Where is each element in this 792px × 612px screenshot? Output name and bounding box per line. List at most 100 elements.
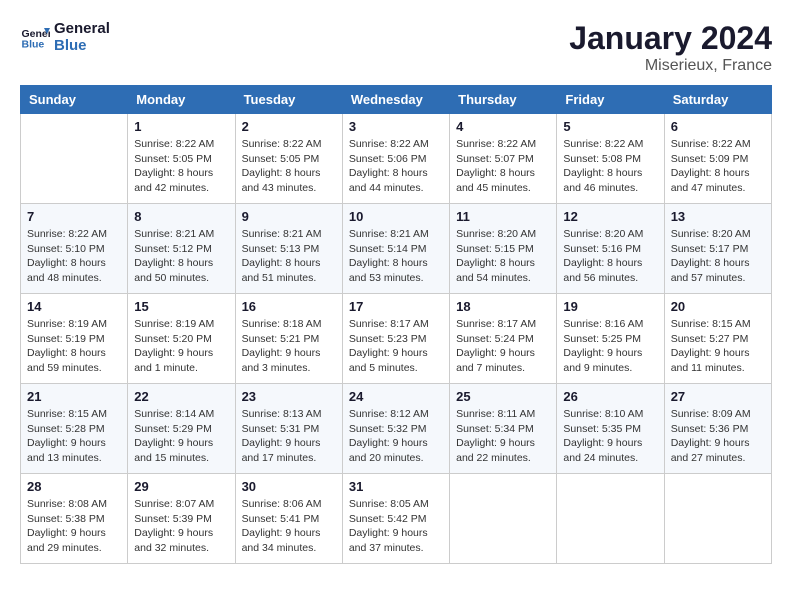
calendar-cell: 8 Sunrise: 8:21 AMSunset: 5:12 PMDaylight… <box>128 204 235 294</box>
day-info: Sunrise: 8:09 AMSunset: 5:36 PMDaylight:… <box>671 407 765 466</box>
calendar-cell: 27 Sunrise: 8:09 AMSunset: 5:36 PMDayligh… <box>664 384 771 474</box>
weekday-header-friday: Friday <box>557 86 664 114</box>
logo: General Blue General Blue <box>20 20 110 54</box>
calendar-cell: 5 Sunrise: 8:22 AMSunset: 5:08 PMDaylight… <box>557 114 664 204</box>
calendar-cell: 26 Sunrise: 8:10 AMSunset: 5:35 PMDayligh… <box>557 384 664 474</box>
day-info: Sunrise: 8:21 AMSunset: 5:14 PMDaylight:… <box>349 227 443 286</box>
day-info: Sunrise: 8:08 AMSunset: 5:38 PMDaylight:… <box>27 497 121 556</box>
day-number: 4 <box>456 119 550 134</box>
day-info: Sunrise: 8:21 AMSunset: 5:12 PMDaylight:… <box>134 227 228 286</box>
calendar-cell: 20Sunrise: 8:15 AMSunset: 5:27 PMDayligh… <box>664 294 771 384</box>
calendar-cell <box>557 474 664 564</box>
calendar-cell: 14 Sunrise: 8:19 AMSunset: 5:19 PMDayligh… <box>21 294 128 384</box>
calendar-cell: 4 Sunrise: 8:22 AMSunset: 5:07 PMDaylight… <box>450 114 557 204</box>
day-number: 14 <box>27 299 121 314</box>
day-info: Sunrise: 8:18 AMSunset: 5:21 PMDaylight:… <box>242 317 336 376</box>
calendar-cell <box>450 474 557 564</box>
day-info: Sunrise: 8:22 AMSunset: 5:10 PMDaylight:… <box>27 227 121 286</box>
day-info: Sunrise: 8:22 AMSunset: 5:07 PMDaylight:… <box>456 137 550 196</box>
day-info: Sunrise: 8:22 AMSunset: 5:08 PMDaylight:… <box>563 137 657 196</box>
day-info: Sunrise: 8:11 AMSunset: 5:34 PMDaylight:… <box>456 407 550 466</box>
day-number: 31 <box>349 479 443 494</box>
weekday-header-wednesday: Wednesday <box>342 86 449 114</box>
day-number: 10 <box>349 209 443 224</box>
calendar-cell: 6 Sunrise: 8:22 AMSunset: 5:09 PMDaylight… <box>664 114 771 204</box>
logo-blue: Blue <box>54 37 110 54</box>
weekday-header-thursday: Thursday <box>450 86 557 114</box>
weekday-header-monday: Monday <box>128 86 235 114</box>
day-info: Sunrise: 8:06 AMSunset: 5:41 PMDaylight:… <box>242 497 336 556</box>
day-info: Sunrise: 8:20 AMSunset: 5:17 PMDaylight:… <box>671 227 765 286</box>
calendar: SundayMondayTuesdayWednesdayThursdayFrid… <box>20 85 772 564</box>
calendar-cell: 9Sunrise: 8:21 AMSunset: 5:13 PMDaylight… <box>235 204 342 294</box>
calendar-cell: 30 Sunrise: 8:06 AMSunset: 5:41 PMDayligh… <box>235 474 342 564</box>
week-row-5: 28 Sunrise: 8:08 AMSunset: 5:38 PMDayligh… <box>21 474 772 564</box>
day-number: 18 <box>456 299 550 314</box>
day-info: Sunrise: 8:22 AMSunset: 5:06 PMDaylight:… <box>349 137 443 196</box>
day-number: 6 <box>671 119 765 134</box>
weekday-header-saturday: Saturday <box>664 86 771 114</box>
calendar-cell: 23 Sunrise: 8:13 AMSunset: 5:31 PMDayligh… <box>235 384 342 474</box>
calendar-cell: 28 Sunrise: 8:08 AMSunset: 5:38 PMDayligh… <box>21 474 128 564</box>
day-info: Sunrise: 8:21 AMSunset: 5:13 PMDaylight:… <box>242 227 336 286</box>
calendar-cell: 10 Sunrise: 8:21 AMSunset: 5:14 PMDayligh… <box>342 204 449 294</box>
calendar-cell: 21Sunrise: 8:15 AMSunset: 5:28 PMDayligh… <box>21 384 128 474</box>
day-info: Sunrise: 8:19 AMSunset: 5:19 PMDaylight:… <box>27 317 121 376</box>
logo-general: General <box>54 20 110 37</box>
week-row-3: 14 Sunrise: 8:19 AMSunset: 5:19 PMDayligh… <box>21 294 772 384</box>
day-info: Sunrise: 8:13 AMSunset: 5:31 PMDaylight:… <box>242 407 336 466</box>
day-number: 17 <box>349 299 443 314</box>
week-row-4: 21Sunrise: 8:15 AMSunset: 5:28 PMDayligh… <box>21 384 772 474</box>
calendar-cell: 7Sunrise: 8:22 AMSunset: 5:10 PMDaylight… <box>21 204 128 294</box>
calendar-cell <box>664 474 771 564</box>
month-title: January 2024 <box>569 20 772 57</box>
day-info: Sunrise: 8:19 AMSunset: 5:20 PMDaylight:… <box>134 317 228 376</box>
day-info: Sunrise: 8:16 AMSunset: 5:25 PMDaylight:… <box>563 317 657 376</box>
page-header: General Blue General Blue January 2024 M… <box>20 20 772 75</box>
day-info: Sunrise: 8:20 AMSunset: 5:16 PMDaylight:… <box>563 227 657 286</box>
calendar-cell: 13 Sunrise: 8:20 AMSunset: 5:17 PMDayligh… <box>664 204 771 294</box>
day-info: Sunrise: 8:22 AMSunset: 5:05 PMDaylight:… <box>134 137 228 196</box>
week-row-1: 1 Sunrise: 8:22 AMSunset: 5:05 PMDaylight… <box>21 114 772 204</box>
calendar-cell: 25 Sunrise: 8:11 AMSunset: 5:34 PMDayligh… <box>450 384 557 474</box>
day-number: 25 <box>456 389 550 404</box>
day-number: 27 <box>671 389 765 404</box>
day-number: 21 <box>27 389 121 404</box>
day-number: 20 <box>671 299 765 314</box>
day-info: Sunrise: 8:17 AMSunset: 5:24 PMDaylight:… <box>456 317 550 376</box>
day-number: 11 <box>456 209 550 224</box>
day-info: Sunrise: 8:10 AMSunset: 5:35 PMDaylight:… <box>563 407 657 466</box>
calendar-cell: 1 Sunrise: 8:22 AMSunset: 5:05 PMDaylight… <box>128 114 235 204</box>
day-number: 28 <box>27 479 121 494</box>
weekday-header-row: SundayMondayTuesdayWednesdayThursdayFrid… <box>21 86 772 114</box>
calendar-cell: 12 Sunrise: 8:20 AMSunset: 5:16 PMDayligh… <box>557 204 664 294</box>
calendar-cell: 16Sunrise: 8:18 AMSunset: 5:21 PMDayligh… <box>235 294 342 384</box>
day-number: 8 <box>134 209 228 224</box>
day-number: 13 <box>671 209 765 224</box>
day-number: 26 <box>563 389 657 404</box>
calendar-cell <box>21 114 128 204</box>
day-number: 30 <box>242 479 336 494</box>
calendar-cell: 22Sunrise: 8:14 AMSunset: 5:29 PMDayligh… <box>128 384 235 474</box>
day-number: 3 <box>349 119 443 134</box>
calendar-cell: 15 Sunrise: 8:19 AMSunset: 5:20 PMDayligh… <box>128 294 235 384</box>
logo-icon: General Blue <box>20 22 50 52</box>
day-number: 15 <box>134 299 228 314</box>
day-number: 19 <box>563 299 657 314</box>
day-info: Sunrise: 8:20 AMSunset: 5:15 PMDaylight:… <box>456 227 550 286</box>
calendar-cell: 29Sunrise: 8:07 AMSunset: 5:39 PMDayligh… <box>128 474 235 564</box>
day-number: 2 <box>242 119 336 134</box>
day-number: 1 <box>134 119 228 134</box>
day-info: Sunrise: 8:07 AMSunset: 5:39 PMDaylight:… <box>134 497 228 556</box>
day-number: 22 <box>134 389 228 404</box>
day-number: 12 <box>563 209 657 224</box>
weekday-header-sunday: Sunday <box>21 86 128 114</box>
calendar-cell: 17Sunrise: 8:17 AMSunset: 5:23 PMDayligh… <box>342 294 449 384</box>
calendar-cell: 2Sunrise: 8:22 AMSunset: 5:05 PMDaylight… <box>235 114 342 204</box>
day-number: 5 <box>563 119 657 134</box>
day-info: Sunrise: 8:22 AMSunset: 5:09 PMDaylight:… <box>671 137 765 196</box>
day-info: Sunrise: 8:12 AMSunset: 5:32 PMDaylight:… <box>349 407 443 466</box>
week-row-2: 7Sunrise: 8:22 AMSunset: 5:10 PMDaylight… <box>21 204 772 294</box>
day-number: 23 <box>242 389 336 404</box>
calendar-cell: 31Sunrise: 8:05 AMSunset: 5:42 PMDayligh… <box>342 474 449 564</box>
